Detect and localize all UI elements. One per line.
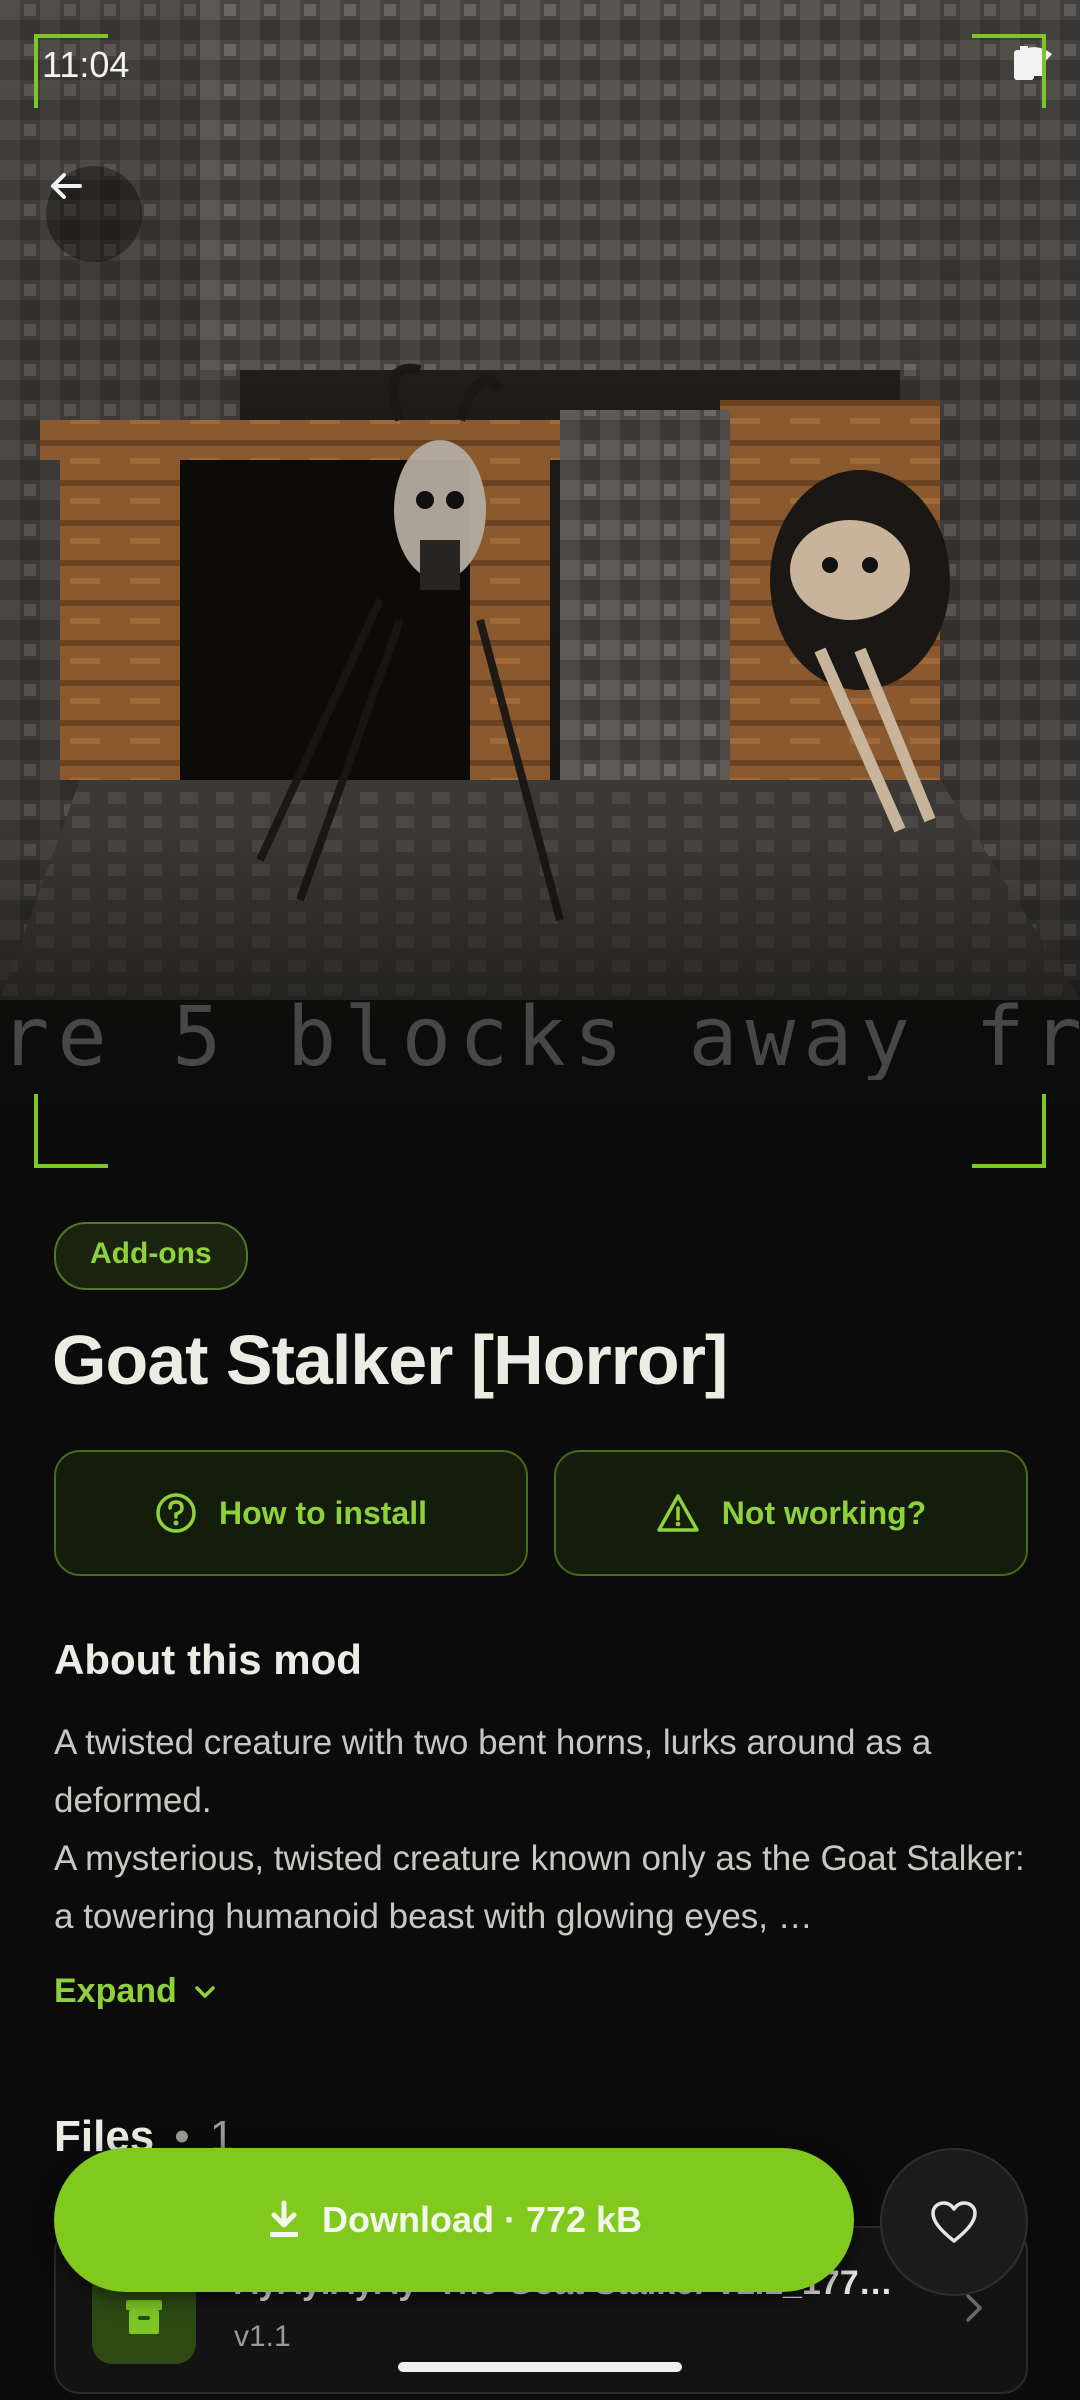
download-label: Download · 772 kB	[321, 2199, 643, 2240]
download-button[interactable]: Download · 772 kB	[54, 2148, 854, 2292]
warning-icon	[657, 1494, 699, 1532]
about-heading: About this mod	[54, 1636, 362, 1683]
about-paragraph-1: A twisted creature with two bent horns, …	[54, 1723, 932, 1820]
frame-corner-bottom-right	[972, 1094, 1046, 1168]
not-working-button[interactable]: Not working?	[554, 1450, 1028, 1576]
mod-title: Goat Stalker [Horror]	[52, 1321, 728, 1399]
frame-corner-bottom-left	[34, 1094, 108, 1168]
status-bar: 11:04	[0, 0, 1080, 120]
about-paragraph-2: A mysterious, twisted creature known onl…	[54, 1839, 1025, 1936]
frame-corner-top-left	[34, 34, 108, 108]
not-working-label: Not working?	[721, 1494, 927, 1531]
arrow-back-icon	[51, 173, 82, 199]
how-to-install-label: How to install	[219, 1494, 427, 1531]
expand-button[interactable]: Expand	[54, 1972, 219, 2011]
hero-image: 11:04 re 5 blocks away fro	[0, 0, 1080, 1180]
about-description: A twisted creature with two bent horns, …	[54, 1714, 1034, 1946]
expand-label: Expand	[54, 1972, 177, 2010]
back-button[interactable]	[46, 166, 142, 262]
heart-icon	[931, 2201, 977, 2243]
home-indicator[interactable]	[398, 2362, 682, 2372]
favorite-button[interactable]	[880, 2148, 1028, 2296]
chevron-down-icon	[195, 1985, 215, 1998]
frame-corner-top-right	[972, 34, 1046, 108]
category-chip[interactable]: Add-ons	[54, 1222, 248, 1290]
how-to-install-button[interactable]: How to install	[54, 1450, 528, 1576]
help-circle-icon	[156, 1493, 196, 1533]
hero-caption-text: re 5 blocks away fro	[0, 990, 1080, 1080]
download-icon	[269, 2200, 298, 2237]
file-version: v1.1	[234, 2320, 291, 2353]
